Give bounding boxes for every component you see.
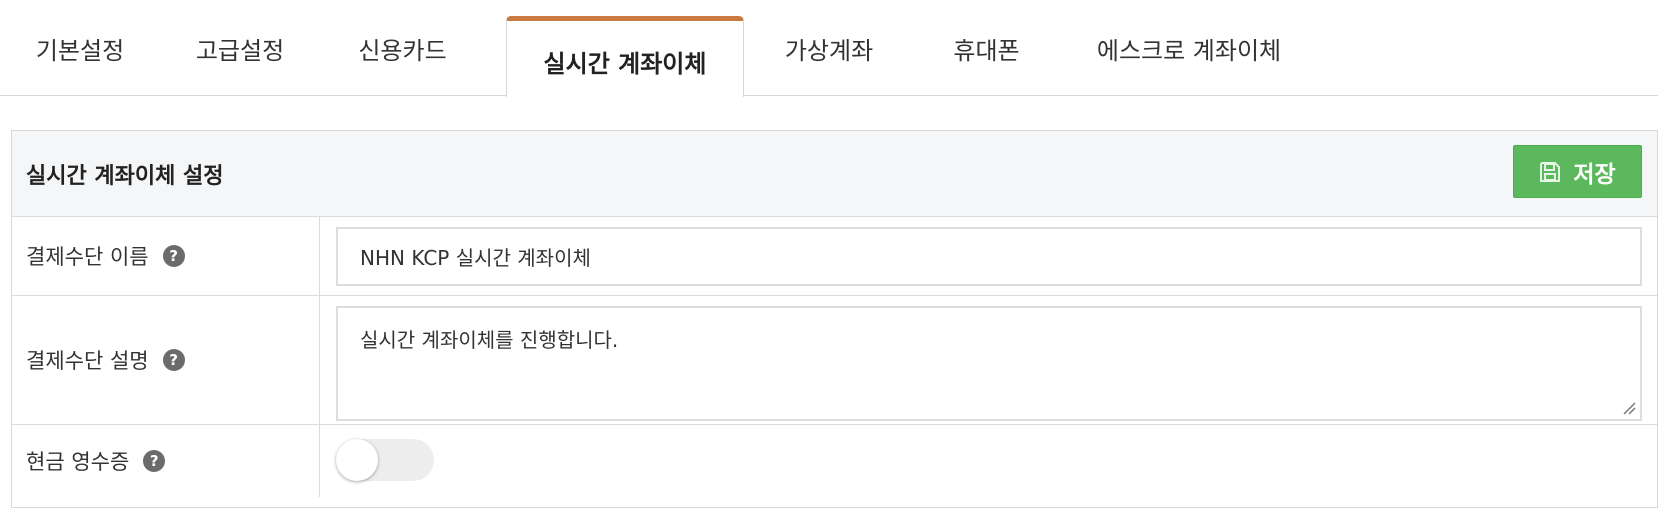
realtime-transfer-settings-panel: 실시간 계좌이체 설정 저장 결제수단 이름 ? NHN KCP 실시간 계좌이…	[11, 130, 1658, 508]
field-label: 결제수단 설명	[26, 349, 149, 373]
tab-credit-card[interactable]: 신용카드	[320, 0, 485, 96]
question-circle-icon[interactable]: ?	[162, 349, 185, 371]
tab-virtual-account[interactable]: 가상계좌	[744, 0, 914, 96]
field-label: 결제수단 이름	[26, 245, 149, 269]
tab-label: 신용카드	[358, 36, 447, 65]
field-label-cell: 결제수단 이름 ?	[12, 217, 320, 295]
save-button-label: 저장	[1573, 161, 1616, 188]
field-row-cash-receipt: 현금 영수증 ?	[12, 425, 1657, 497]
tab-label: 고급설정	[195, 36, 285, 65]
payment-settings-page: 기본설정 고급설정 신용카드 실시간 계좌이체 가상계좌 휴대폰 에스크로 계좌…	[0, 0, 1658, 524]
tab-advanced-settings[interactable]: 고급설정	[160, 0, 320, 96]
tab-mobile-phone[interactable]: 휴대폰	[914, 0, 1059, 96]
field-label-cell: 현금 영수증 ?	[12, 425, 320, 497]
cash-receipt-toggle[interactable]	[336, 439, 434, 481]
panel-title: 실시간 계좌이체 설정	[26, 164, 224, 189]
toggle-knob	[336, 439, 378, 481]
payment-description-textarea[interactable]: 실시간 계좌이체를 진행합니다.	[336, 306, 1642, 421]
tab-realtime-transfer[interactable]: 실시간 계좌이체	[506, 16, 744, 97]
payment-name-value: NHN KCP 실시간 계좌이체	[360, 246, 591, 270]
tab-label: 실시간 계좌이체	[543, 49, 707, 78]
question-circle-icon[interactable]: ?	[162, 245, 185, 267]
field-row-description: 결제수단 설명 ? 실시간 계좌이체를 진행합니다.	[12, 296, 1657, 425]
tab-escrow-transfer[interactable]: 에스크로 계좌이체	[1059, 0, 1319, 96]
floppy-disk-icon	[1540, 161, 1561, 182]
field-label-cell: 결제수단 설명 ?	[12, 296, 320, 424]
resize-grip-icon[interactable]	[1622, 401, 1636, 415]
tab-basic-settings[interactable]: 기본설정	[0, 0, 160, 96]
tab-label: 에스크로 계좌이체	[1096, 36, 1282, 65]
tab-label: 기본설정	[35, 36, 125, 65]
payment-method-tabs: 기본설정 고급설정 신용카드 실시간 계좌이체 가상계좌 휴대폰 에스크로 계좌…	[0, 0, 1658, 97]
panel-header: 실시간 계좌이체 설정 저장	[12, 131, 1657, 217]
payment-name-input[interactable]: NHN KCP 실시간 계좌이체	[336, 227, 1642, 286]
tab-label: 휴대폰	[953, 36, 1020, 65]
tab-label: 가상계좌	[784, 36, 874, 65]
field-label: 현금 영수증	[26, 450, 130, 474]
payment-description-value: 실시간 계좌이체를 진행합니다.	[360, 328, 619, 352]
field-row-name: 결제수단 이름 ? NHN KCP 실시간 계좌이체	[12, 217, 1657, 296]
question-circle-icon[interactable]: ?	[143, 450, 166, 472]
save-button[interactable]: 저장	[1513, 145, 1642, 198]
